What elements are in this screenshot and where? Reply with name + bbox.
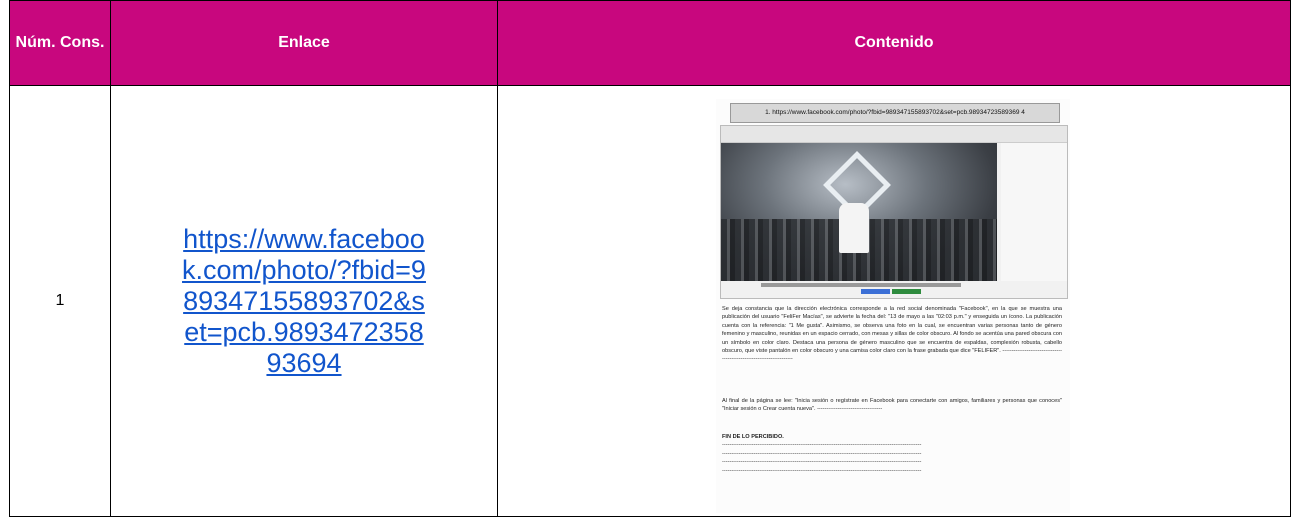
person-image	[839, 203, 869, 253]
row-link-cell: https://www.facebook.com/photo/?fbid=989…	[110, 85, 498, 517]
browser-toolbar	[721, 126, 1067, 143]
header-link: Enlace	[110, 0, 498, 86]
dash-line: ----------------------------------------…	[722, 467, 922, 474]
description-paragraph: Se deja constancia que la dirección elec…	[722, 306, 1062, 363]
table-row: 1 https://www.facebook.com/photo/?fbid=9…	[9, 85, 1291, 517]
header-content: Contenido	[497, 0, 1291, 86]
login-buttons	[861, 289, 921, 294]
dash-line: ----------------------------------------…	[722, 442, 922, 449]
post-sidebar	[1001, 143, 1067, 281]
event-photo	[721, 143, 997, 281]
header-num: Núm. Cons.	[9, 0, 111, 86]
browser-screenshot	[720, 125, 1068, 299]
row-content-cell: 1. https://www.facebook.com/photo/?fbid=…	[497, 85, 1291, 517]
end-label: FIN DE LO PERCIBIDO.	[722, 434, 784, 440]
end-section: FIN DE LO PERCIBIDO. -------------------…	[722, 433, 1062, 475]
footer-paragraph: Al final de la página se lee: "Inicia se…	[722, 398, 1062, 413]
dash-line: ----------------------------------------…	[722, 450, 922, 457]
scan-url-label: 1. https://www.facebook.com/photo/?fbid=…	[730, 103, 1060, 123]
evidence-table: Núm. Cons. Enlace Contenido 1 https://ww…	[9, 0, 1291, 517]
facebook-link[interactable]: https://www.facebook.com/photo/?fbid=989…	[179, 224, 429, 379]
login-caption	[761, 283, 961, 287]
dash-line: ----------------------------------------…	[722, 459, 922, 466]
row-number: 1	[9, 85, 111, 517]
scanned-document: 1. https://www.facebook.com/photo/?fbid=…	[716, 99, 1070, 513]
